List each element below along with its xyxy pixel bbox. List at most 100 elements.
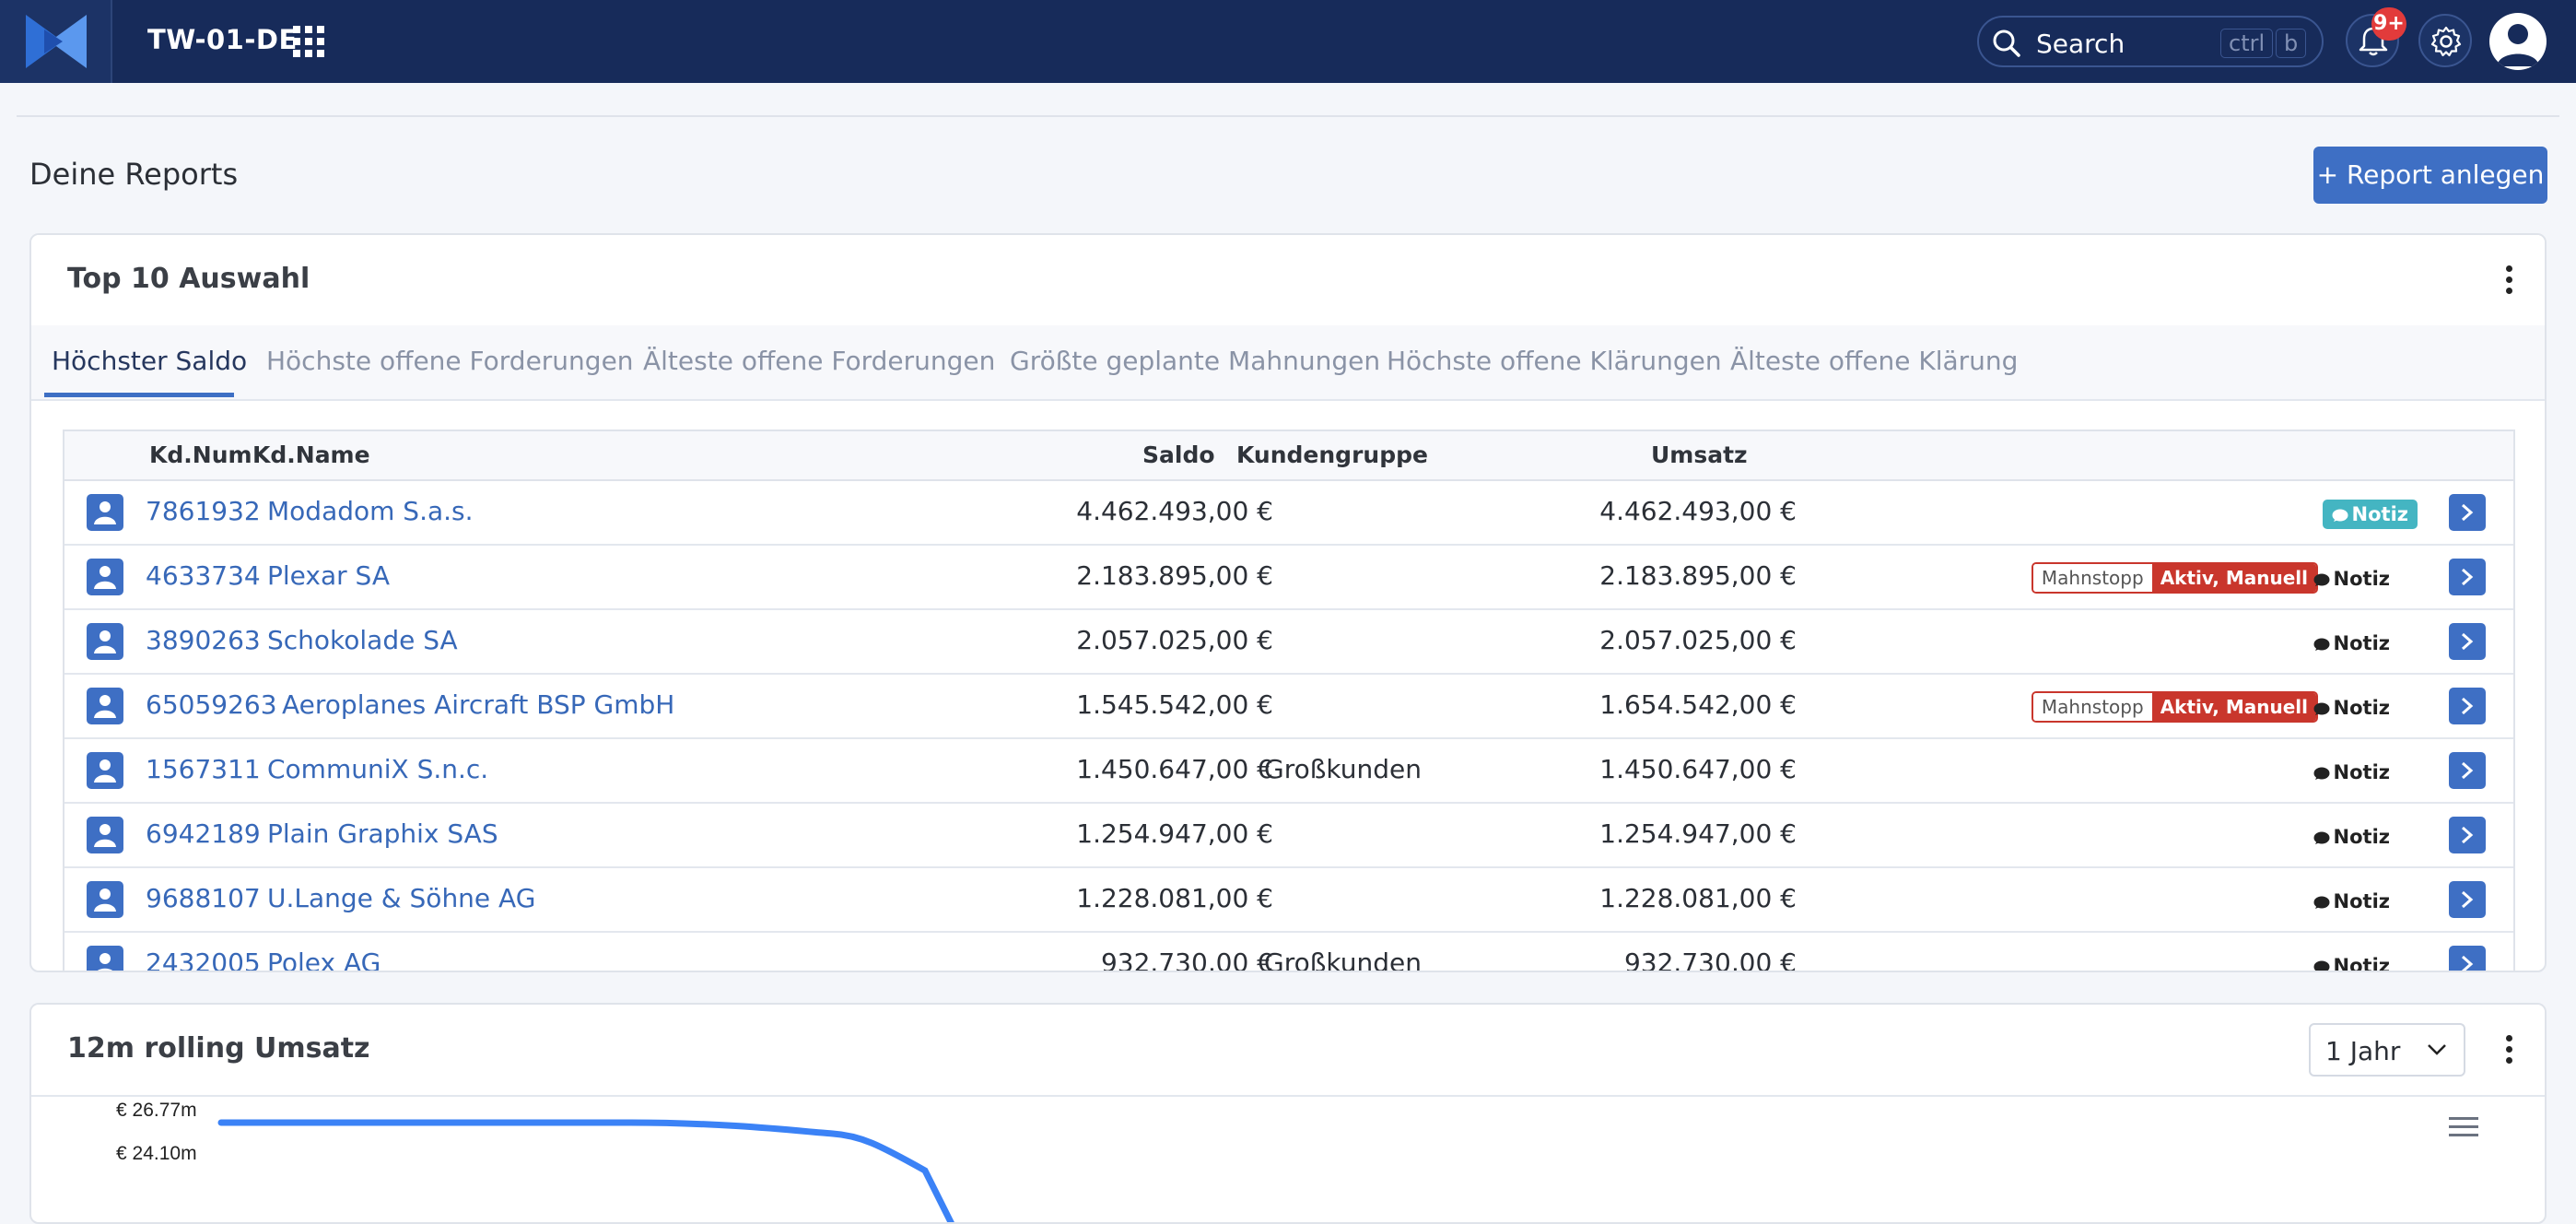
apps-grid-icon[interactable] bbox=[293, 26, 324, 57]
chevron-down-icon bbox=[2428, 1044, 2446, 1055]
notiz-button[interactable]: Notiz bbox=[2308, 693, 2395, 723]
saldo-value: 932.730,00 € bbox=[1100, 947, 1273, 972]
chevron-right-icon bbox=[2462, 826, 2474, 844]
shortcut-key-ctrl: ctrl bbox=[2220, 29, 2274, 58]
comment-icon bbox=[2313, 767, 2330, 780]
comment-icon bbox=[2313, 573, 2330, 586]
customer-icon[interactable] bbox=[87, 688, 123, 724]
customer-icon[interactable] bbox=[87, 881, 123, 918]
open-customer-button[interactable] bbox=[2449, 623, 2486, 660]
table-row[interactable]: 65059263 Aeroplanes Aircraft BSP GmbH 1.… bbox=[64, 673, 2513, 739]
table-row[interactable]: 3890263 Schokolade SA 2.057.025,00 € 2.0… bbox=[64, 608, 2513, 675]
notiz-button[interactable]: Notiz bbox=[2322, 500, 2418, 529]
person-icon bbox=[94, 824, 116, 847]
notiz-button[interactable]: Notiz bbox=[2308, 758, 2395, 787]
customer-number-link[interactable]: 2432005 bbox=[146, 947, 261, 971]
column-header-kundengruppe[interactable]: Kundengruppe bbox=[1236, 441, 1428, 468]
user-avatar-button[interactable] bbox=[2489, 13, 2547, 70]
notiz-label: Notiz bbox=[2333, 955, 2390, 972]
column-header-umsatz[interactable]: Umsatz bbox=[1651, 441, 1748, 468]
column-header-kdnum[interactable]: Kd.Num bbox=[149, 441, 252, 468]
open-customer-button[interactable] bbox=[2449, 817, 2486, 853]
customer-number-link[interactable]: 65059263 bbox=[146, 689, 277, 720]
customer-name-link[interactable]: CommuniX S.n.c. bbox=[267, 754, 488, 784]
settings-button[interactable] bbox=[2418, 14, 2472, 67]
column-header-saldo[interactable]: Saldo bbox=[1142, 441, 1215, 468]
person-icon bbox=[94, 889, 116, 912]
notiz-button[interactable]: Notiz bbox=[2308, 564, 2395, 594]
customer-icon[interactable] bbox=[87, 817, 123, 853]
customer-icon[interactable] bbox=[87, 494, 123, 531]
rolling-card-header: 12m rolling Umsatz 1 Jahr bbox=[31, 1005, 2545, 1097]
tab-hoechste-offene-forderungen[interactable]: Höchste offene Forderungen bbox=[266, 346, 634, 376]
table-row[interactable]: 9688107 U.Lange & Söhne AG 1.228.081,00 … bbox=[64, 866, 2513, 933]
saldo-value: 2.057.025,00 € bbox=[1076, 625, 1273, 655]
open-customer-button[interactable] bbox=[2449, 881, 2486, 918]
page-title: Deine Reports bbox=[29, 157, 239, 192]
customer-icon[interactable] bbox=[87, 623, 123, 660]
customer-name-link[interactable]: Modadom S.a.s. bbox=[267, 496, 474, 526]
customer-name-link[interactable]: Plexar SA bbox=[267, 560, 390, 591]
customer-number-link[interactable]: 9688107 bbox=[146, 883, 261, 913]
mahnstopp-badge: Mahnstopp Aktiv, Manuell bbox=[2031, 691, 2318, 723]
saldo-value: 1.254.947,00 € bbox=[1076, 818, 1273, 849]
customer-number-link[interactable]: 4633734 bbox=[146, 560, 261, 591]
table-row[interactable]: 4633734 Plexar SA 2.183.895,00 € 2.183.8… bbox=[64, 544, 2513, 610]
top10-tabs: Höchster Saldo Höchste offene Forderunge… bbox=[31, 325, 2545, 401]
person-icon bbox=[94, 501, 116, 524]
customer-name-link[interactable]: U.Lange & Söhne AG bbox=[267, 883, 535, 913]
open-customer-button[interactable] bbox=[2449, 494, 2486, 531]
notiz-button[interactable]: Notiz bbox=[2308, 951, 2395, 972]
app-title[interactable]: TW-01-DE bbox=[147, 24, 298, 55]
customer-icon[interactable] bbox=[87, 752, 123, 789]
table-row[interactable]: 1567311 CommuniX S.n.c. 1.450.647,00 € G… bbox=[64, 737, 2513, 804]
app-logo[interactable] bbox=[0, 0, 112, 83]
chevron-right-icon bbox=[2462, 568, 2474, 586]
chevron-right-icon bbox=[2462, 632, 2474, 651]
add-report-button[interactable]: + Report anlegen bbox=[2313, 147, 2547, 204]
y-tick-label: € 24.10m bbox=[116, 1143, 197, 1164]
table-row[interactable]: 7861932 Modadom S.a.s. 4.462.493,00 € 4.… bbox=[64, 479, 2513, 546]
umsatz-value: 1.228.081,00 € bbox=[1599, 883, 1797, 913]
person-icon bbox=[94, 695, 116, 718]
tab-hoechste-offene-klaerungen[interactable]: Höchste offene Klärungen bbox=[1387, 346, 1722, 376]
column-header-kdname[interactable]: Kd.Name bbox=[252, 441, 370, 468]
tab-aelteste-offene-forderungen[interactable]: Älteste offene Forderungen bbox=[643, 346, 995, 376]
umsatz-value: 4.462.493,00 € bbox=[1599, 496, 1797, 526]
open-customer-button[interactable] bbox=[2449, 688, 2486, 724]
notiz-button[interactable]: Notiz bbox=[2308, 822, 2395, 852]
open-customer-button[interactable] bbox=[2449, 752, 2486, 789]
umsatz-value: 932.730,00 € bbox=[1623, 947, 1797, 972]
person-icon bbox=[94, 630, 116, 653]
top10-more-options-icon[interactable] bbox=[2506, 265, 2517, 299]
notiz-button[interactable]: Notiz bbox=[2308, 887, 2395, 916]
customer-number-link[interactable]: 3890263 bbox=[146, 625, 261, 655]
customer-name-link[interactable]: Plain Graphix SAS bbox=[267, 818, 498, 849]
saldo-value: 1.450.647,00 € bbox=[1076, 754, 1273, 784]
active-tab-indicator bbox=[44, 393, 234, 397]
customer-icon[interactable] bbox=[87, 559, 123, 595]
customer-name-link[interactable]: Aeroplanes Aircraft BSP GmbH bbox=[282, 689, 674, 720]
open-customer-button[interactable] bbox=[2449, 946, 2486, 971]
customer-name-link[interactable]: Schokolade SA bbox=[267, 625, 458, 655]
mahnstopp-label: Mahnstopp bbox=[2032, 693, 2152, 721]
customer-number-link[interactable]: 6942189 bbox=[146, 818, 261, 849]
comment-icon bbox=[2313, 896, 2330, 909]
customer-number-link[interactable]: 7861932 bbox=[146, 496, 261, 526]
tab-groesste-geplante-mahnungen[interactable]: Größte geplante Mahnungen bbox=[1010, 346, 1380, 376]
tab-aelteste-offene-klaerung[interactable]: Älteste offene Klärung bbox=[1730, 346, 2018, 376]
tab-hoechster-saldo[interactable]: Höchster Saldo bbox=[52, 346, 247, 376]
comment-icon bbox=[2313, 960, 2330, 971]
table-row[interactable]: 2432005 Polex AG 932.730,00 € Großkunden… bbox=[64, 931, 2513, 972]
rolling-more-options-icon[interactable] bbox=[2506, 1035, 2517, 1068]
table-row[interactable]: 6942189 Plain Graphix SAS 1.254.947,00 €… bbox=[64, 802, 2513, 868]
search-bar[interactable]: Search ctrl b bbox=[1977, 16, 2324, 67]
kundengruppe-value: Großkunden bbox=[1264, 754, 1422, 784]
customer-name-link[interactable]: Polex AG bbox=[267, 947, 381, 971]
customer-number-link[interactable]: 1567311 bbox=[146, 754, 261, 784]
period-select[interactable]: 1 Jahr bbox=[2309, 1023, 2465, 1077]
saldo-value: 1.228.081,00 € bbox=[1076, 883, 1273, 913]
open-customer-button[interactable] bbox=[2449, 559, 2486, 595]
customer-icon[interactable] bbox=[87, 946, 123, 971]
notiz-button[interactable]: Notiz bbox=[2308, 629, 2395, 658]
